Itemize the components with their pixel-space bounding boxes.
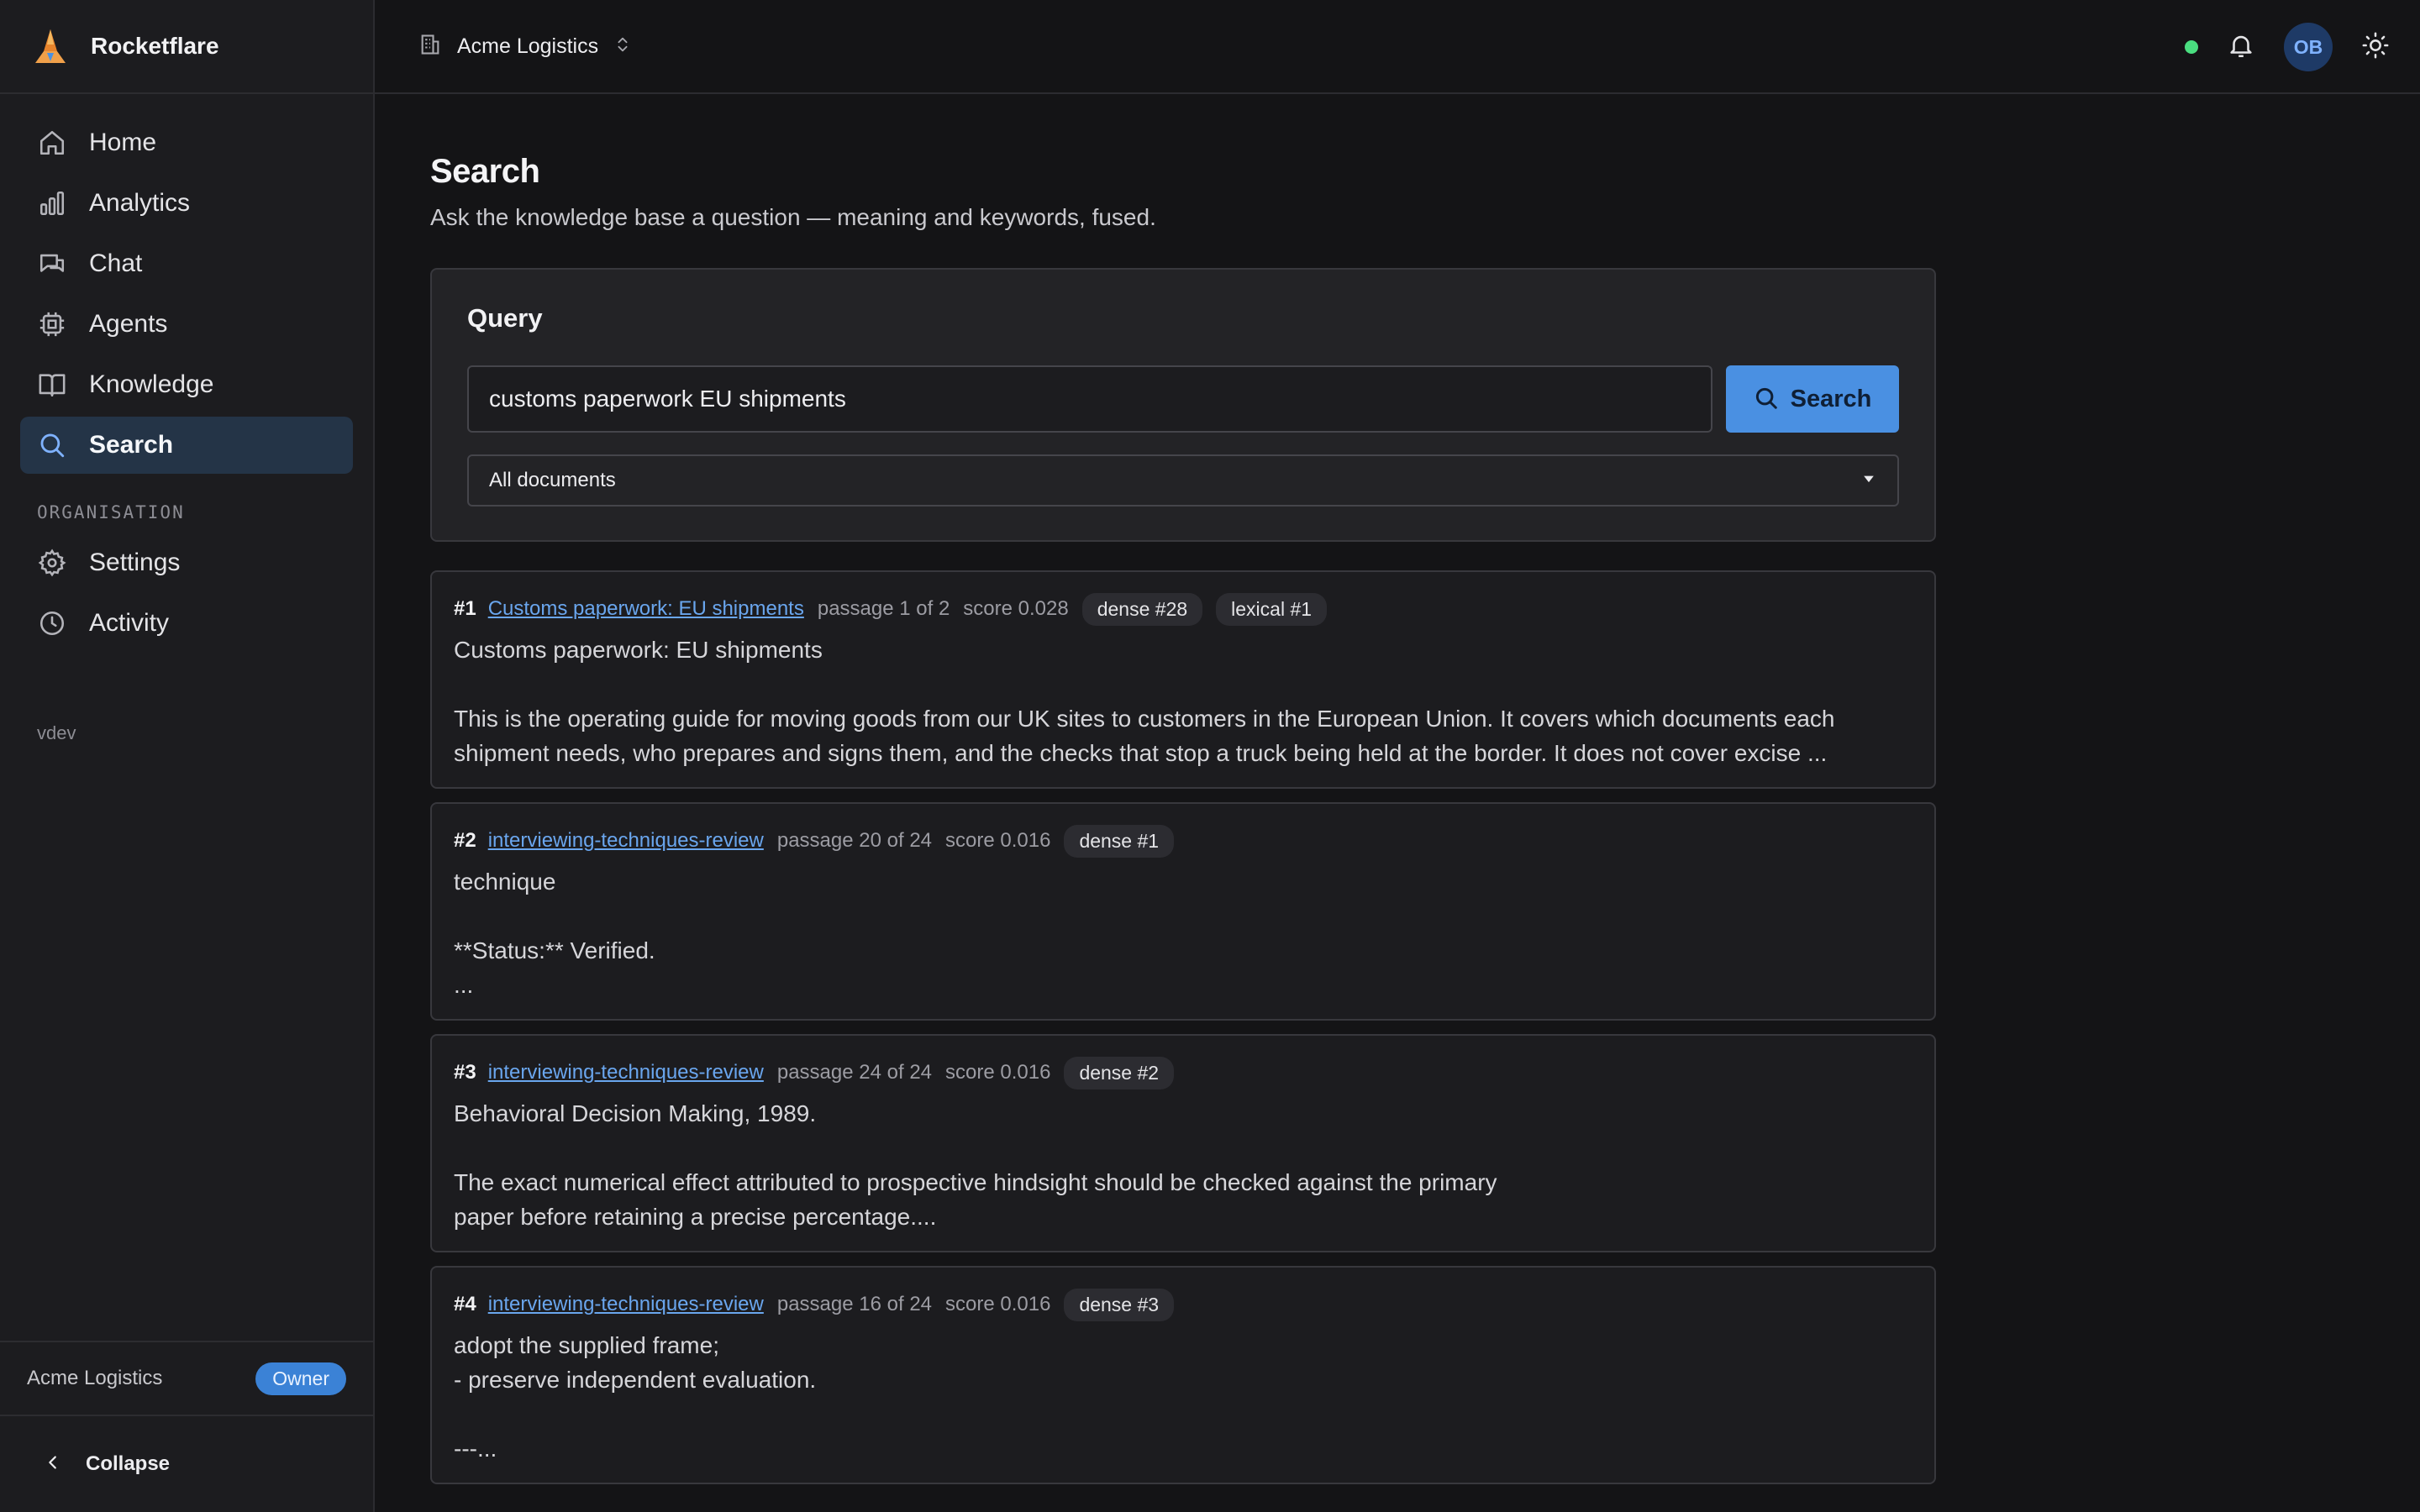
chevron-up-down-icon bbox=[613, 35, 632, 58]
result-body: Behavioral Decision Making, 1989. The ex… bbox=[454, 1100, 1497, 1230]
result-tag: dense #3 bbox=[1064, 1288, 1175, 1321]
search-button[interactable]: Search bbox=[1726, 365, 1899, 433]
cpu-icon bbox=[37, 309, 67, 339]
sidebar-item-activity[interactable]: Activity bbox=[20, 595, 353, 652]
org-switcher[interactable]: Acme Logistics Owner bbox=[0, 1341, 373, 1416]
result-score: score 0.016 bbox=[945, 1293, 1051, 1315]
query-card: Query Search All documents bbox=[430, 268, 1936, 542]
building-icon bbox=[418, 33, 442, 60]
result-rank: #3 bbox=[454, 1061, 476, 1084]
home-icon bbox=[37, 128, 67, 158]
status-indicator bbox=[2185, 40, 2198, 54]
topbar-actions: OB bbox=[2185, 0, 2390, 94]
result-card: #2 interviewing-techniques-review passag… bbox=[430, 802, 1936, 1021]
sidebar-item-label: Settings bbox=[89, 549, 181, 576]
document-scope-select[interactable]: All documents bbox=[467, 454, 1899, 507]
query-title: Query bbox=[467, 303, 543, 333]
search-button-label: Search bbox=[1790, 385, 1872, 412]
sidebar-nav: Home Analytics Chat Agents Knowledge Sea… bbox=[0, 94, 373, 744]
search-icon bbox=[37, 430, 67, 460]
result-meta: #1 Customs paperwork: EU shipments passa… bbox=[454, 592, 1912, 626]
sidebar: Rocketflare Home Analytics Chat Agents K… bbox=[0, 0, 375, 1512]
app-name: Rocketflare bbox=[91, 33, 219, 59]
main-content: Search Ask the knowledge base a question… bbox=[430, 94, 1936, 1484]
sidebar-item-agents[interactable]: Agents bbox=[20, 296, 353, 353]
chat-icon bbox=[37, 249, 67, 279]
result-tag: dense #28 bbox=[1081, 592, 1203, 626]
clock-icon bbox=[37, 608, 67, 638]
page-title: Search bbox=[430, 153, 540, 190]
sidebar-item-label: Activity bbox=[89, 609, 170, 637]
chevron-left-icon bbox=[44, 1453, 62, 1476]
result-meta: #2 interviewing-techniques-review passag… bbox=[454, 824, 1912, 858]
sidebar-item-label: Agents bbox=[89, 310, 168, 338]
result-score: score 0.016 bbox=[945, 829, 1051, 852]
sidebar-item-label: Home bbox=[89, 129, 157, 156]
result-card: #3 interviewing-techniques-review passag… bbox=[430, 1034, 1936, 1252]
result-document-link[interactable]: interviewing-techniques-review bbox=[488, 829, 764, 853]
sidebar-item-label: Search bbox=[89, 431, 174, 459]
caret-down-icon bbox=[1860, 470, 1877, 491]
result-passage: passage 24 of 24 bbox=[776, 1061, 933, 1084]
workspace-switcher[interactable]: Acme Logistics bbox=[418, 33, 632, 60]
result-document-link[interactable]: Customs paperwork: EU shipments bbox=[488, 597, 804, 621]
result-card: #1 Customs paperwork: EU shipments passa… bbox=[430, 570, 1936, 789]
result-rank: #2 bbox=[454, 829, 476, 852]
result-tag: lexical #1 bbox=[1216, 592, 1328, 626]
result-passage: passage 20 of 24 bbox=[776, 829, 933, 852]
result-body: Customs paperwork: EU shipments This is … bbox=[454, 637, 1835, 766]
rocket-logo-icon bbox=[32, 28, 69, 65]
bar-chart-icon bbox=[37, 188, 67, 218]
workspace-name: Acme Logistics bbox=[457, 34, 599, 58]
document-scope-value: All documents bbox=[489, 469, 616, 491]
sidebar-item-knowledge[interactable]: Knowledge bbox=[20, 356, 353, 413]
result-rank: #4 bbox=[454, 1293, 476, 1315]
sidebar-item-label: Analytics bbox=[89, 189, 191, 217]
search-icon bbox=[1754, 386, 1779, 413]
collapse-label: Collapse bbox=[86, 1452, 171, 1475]
section-label-organisation: ORGANISATION bbox=[37, 502, 185, 522]
book-icon bbox=[37, 370, 67, 400]
search-input[interactable] bbox=[467, 365, 1712, 433]
result-document-link[interactable]: interviewing-techniques-review bbox=[488, 1293, 764, 1316]
org-name: Acme Logistics bbox=[27, 1367, 163, 1389]
sidebar-item-analytics[interactable]: Analytics bbox=[20, 175, 353, 232]
result-score: score 0.016 bbox=[945, 1061, 1051, 1084]
page-subtitle: Ask the knowledge base a question — mean… bbox=[430, 204, 1156, 230]
sidebar-item-home[interactable]: Home bbox=[20, 114, 353, 171]
results-list: #1 Customs paperwork: EU shipments passa… bbox=[430, 570, 1936, 1484]
sidebar-item-chat[interactable]: Chat bbox=[20, 235, 353, 292]
result-body: technique **Status:** Verified. ... bbox=[454, 869, 655, 998]
brand[interactable]: Rocketflare bbox=[0, 0, 373, 94]
sidebar-item-label: Chat bbox=[89, 249, 143, 277]
topbar: Acme Logistics OB bbox=[375, 0, 2420, 94]
sidebar-item-settings[interactable]: Settings bbox=[20, 534, 353, 591]
result-tag: dense #1 bbox=[1064, 824, 1175, 858]
sidebar-item-search[interactable]: Search bbox=[20, 417, 353, 474]
query-row: Search bbox=[467, 365, 1899, 433]
app-version: vdev bbox=[37, 722, 76, 743]
result-passage: passage 1 of 2 bbox=[817, 597, 950, 620]
result-tag: dense #2 bbox=[1064, 1056, 1175, 1089]
avatar[interactable]: OB bbox=[2284, 23, 2333, 71]
result-meta: #4 interviewing-techniques-review passag… bbox=[454, 1288, 1912, 1321]
result-card: #4 interviewing-techniques-review passag… bbox=[430, 1266, 1936, 1484]
result-body: adopt the supplied frame; - preserve ind… bbox=[454, 1332, 817, 1462]
result-rank: #1 bbox=[454, 597, 476, 620]
result-score: score 0.028 bbox=[963, 597, 1069, 620]
app-root: Rocketflare Home Analytics Chat Agents K… bbox=[0, 0, 2420, 1512]
gear-icon bbox=[37, 548, 67, 578]
result-meta: #3 interviewing-techniques-review passag… bbox=[454, 1056, 1912, 1089]
result-passage: passage 16 of 24 bbox=[776, 1293, 933, 1315]
sun-icon[interactable] bbox=[2361, 31, 2390, 64]
collapse-sidebar-button[interactable]: Collapse bbox=[0, 1435, 373, 1494]
role-badge: Owner bbox=[255, 1362, 346, 1395]
bell-icon[interactable] bbox=[2227, 31, 2255, 64]
result-document-link[interactable]: interviewing-techniques-review bbox=[488, 1061, 764, 1084]
sidebar-item-label: Knowledge bbox=[89, 370, 214, 398]
